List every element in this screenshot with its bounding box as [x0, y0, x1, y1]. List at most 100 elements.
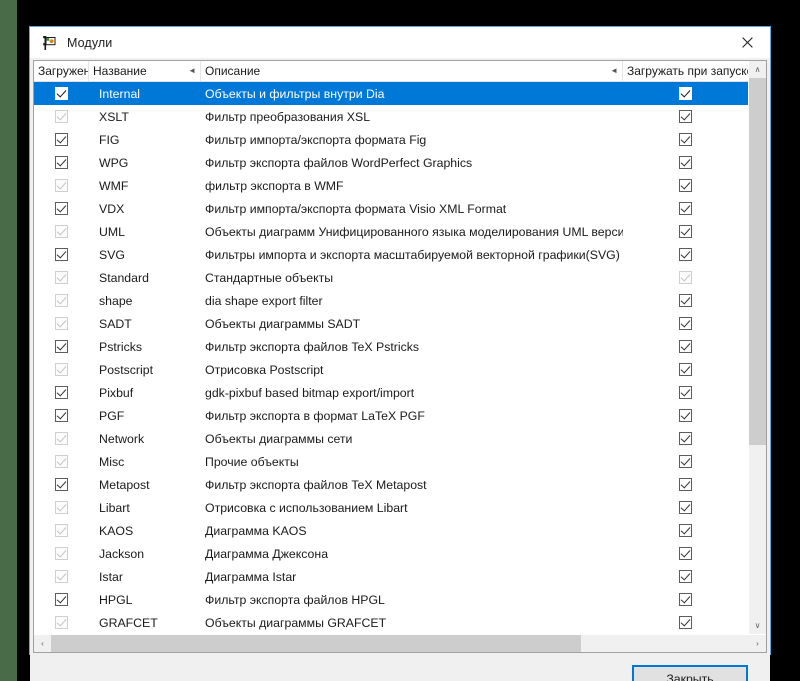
load-at-startup-checkbox[interactable] [679, 294, 692, 307]
load-at-startup-checkbox-cell[interactable] [623, 289, 748, 312]
loaded-checkbox-cell[interactable] [34, 105, 89, 128]
load-at-startup-checkbox[interactable] [679, 455, 692, 468]
modules-list-view[interactable]: Загружен Название ◄ Описание ◄ Загружать… [33, 60, 767, 653]
loaded-checkbox[interactable] [55, 340, 68, 353]
table-row[interactable]: Pstricks Фильтр экспорта файлов TeX Pstri… [34, 335, 748, 358]
load-at-startup-checkbox-cell[interactable] [623, 220, 748, 243]
table-row[interactable]: Libart Отрисовка с использованием Libart [34, 496, 748, 519]
table-row[interactable]: WMF фильтр экспорта в WMF [34, 174, 748, 197]
scroll-right-arrow-icon[interactable]: › [749, 635, 766, 652]
table-row[interactable]: PGF Фильтр экспорта в формат LaTeX PGF [34, 404, 748, 427]
loaded-checkbox-cell[interactable] [34, 197, 89, 220]
load-at-startup-checkbox[interactable] [679, 593, 692, 606]
loaded-checkbox-cell[interactable] [34, 542, 89, 565]
table-row[interactable]: Internal Объекты и фильтры внутри Dia [34, 82, 748, 105]
load-at-startup-checkbox-cell[interactable] [623, 404, 748, 427]
loaded-checkbox-cell[interactable] [34, 312, 89, 335]
scroll-up-arrow-icon[interactable]: ∧ [749, 61, 766, 78]
loaded-checkbox[interactable] [55, 478, 68, 491]
load-at-startup-checkbox-cell[interactable] [623, 542, 748, 565]
table-row[interactable]: UML Объекты диаграмм Унифицированного язы… [34, 220, 748, 243]
load-at-startup-checkbox[interactable] [679, 386, 692, 399]
loaded-checkbox-cell[interactable] [34, 450, 89, 473]
vertical-scrollbar[interactable]: ∧ ∨ [748, 61, 766, 634]
loaded-checkbox-cell[interactable] [34, 404, 89, 427]
loaded-checkbox-cell[interactable] [34, 243, 89, 266]
load-at-startup-checkbox-cell[interactable] [623, 588, 748, 611]
loaded-checkbox-cell[interactable] [34, 128, 89, 151]
loaded-checkbox[interactable] [55, 248, 68, 261]
loaded-checkbox-cell[interactable] [34, 611, 89, 634]
table-row[interactable]: FIG Фильтр импорта/экспорта формата Fig [34, 128, 748, 151]
table-row[interactable]: KAOS Диаграмма KAOS [34, 519, 748, 542]
vertical-scroll-track[interactable] [749, 78, 766, 617]
load-at-startup-checkbox-cell[interactable] [623, 427, 748, 450]
load-at-startup-checkbox[interactable] [679, 248, 692, 261]
loaded-checkbox[interactable] [55, 133, 68, 146]
load-at-startup-checkbox[interactable] [679, 432, 692, 445]
table-row[interactable]: Jackson Диаграмма Джексона [34, 542, 748, 565]
column-header-loaded[interactable]: Загружен [34, 61, 89, 81]
horizontal-scrollbar[interactable]: ‹ › [34, 634, 766, 652]
table-row[interactable]: Istar Диаграмма Istar [34, 565, 748, 588]
table-row[interactable]: Standard Стандартные объекты [34, 266, 748, 289]
load-at-startup-checkbox[interactable] [679, 156, 692, 169]
load-at-startup-checkbox-cell[interactable] [623, 335, 748, 358]
load-at-startup-checkbox-cell[interactable] [623, 473, 748, 496]
load-at-startup-checkbox-cell[interactable] [623, 312, 748, 335]
load-at-startup-checkbox[interactable] [679, 547, 692, 560]
load-at-startup-checkbox-cell[interactable] [623, 105, 748, 128]
horizontal-scroll-thumb[interactable] [51, 635, 582, 652]
load-at-startup-checkbox-cell[interactable] [623, 151, 748, 174]
loaded-checkbox-cell[interactable] [34, 151, 89, 174]
loaded-checkbox-cell[interactable] [34, 174, 89, 197]
loaded-checkbox-cell[interactable] [34, 427, 89, 450]
column-header-name[interactable]: Название ◄ [89, 61, 201, 81]
scroll-down-arrow-icon[interactable]: ∨ [749, 617, 766, 634]
load-at-startup-checkbox-cell[interactable] [623, 174, 748, 197]
table-row[interactable]: Metapost Фильтр экспорта файлов TeX Metap… [34, 473, 748, 496]
load-at-startup-checkbox[interactable] [679, 133, 692, 146]
load-at-startup-checkbox-cell[interactable] [623, 565, 748, 588]
scroll-left-arrow-icon[interactable]: ‹ [34, 635, 51, 652]
loaded-checkbox[interactable] [55, 156, 68, 169]
load-at-startup-checkbox-cell[interactable] [623, 128, 748, 151]
table-row[interactable]: SADT Объекты диаграммы SADT [34, 312, 748, 335]
load-at-startup-checkbox[interactable] [679, 179, 692, 192]
table-row[interactable]: Misc Прочие объекты [34, 450, 748, 473]
load-at-startup-checkbox[interactable] [679, 317, 692, 330]
horizontal-scroll-track[interactable] [51, 635, 749, 652]
table-row[interactable]: HPGL Фильтр экспорта файлов HPGL [34, 588, 748, 611]
loaded-checkbox-cell[interactable] [34, 289, 89, 312]
column-header-load-at-startup[interactable]: Загружать при запуске [623, 61, 748, 81]
loaded-checkbox-cell[interactable] [34, 588, 89, 611]
load-at-startup-checkbox-cell[interactable] [623, 197, 748, 220]
load-at-startup-checkbox-cell[interactable] [623, 519, 748, 542]
loaded-checkbox-cell[interactable] [34, 381, 89, 404]
loaded-checkbox[interactable] [55, 202, 68, 215]
loaded-checkbox-cell[interactable] [34, 358, 89, 381]
load-at-startup-checkbox[interactable] [679, 110, 692, 123]
load-at-startup-checkbox[interactable] [679, 501, 692, 514]
table-row[interactable]: Postscript Отрисовка Postscript [34, 358, 748, 381]
load-at-startup-checkbox[interactable] [679, 225, 692, 238]
load-at-startup-checkbox-cell[interactable] [623, 82, 748, 105]
load-at-startup-checkbox[interactable] [679, 340, 692, 353]
loaded-checkbox[interactable] [55, 593, 68, 606]
loaded-checkbox-cell[interactable] [34, 565, 89, 588]
vertical-scroll-thumb[interactable] [749, 78, 766, 445]
load-at-startup-checkbox-cell[interactable] [623, 611, 748, 634]
table-row[interactable]: shape dia shape export filter [34, 289, 748, 312]
table-row[interactable]: Network Объекты диаграммы сети [34, 427, 748, 450]
load-at-startup-checkbox[interactable] [679, 87, 692, 100]
loaded-checkbox-cell[interactable] [34, 473, 89, 496]
loaded-checkbox-cell[interactable] [34, 335, 89, 358]
close-button[interactable]: Закрыть [632, 665, 748, 681]
load-at-startup-checkbox[interactable] [679, 202, 692, 215]
load-at-startup-checkbox[interactable] [679, 570, 692, 583]
table-row[interactable]: XSLT Фильтр преобразования XSL [34, 105, 748, 128]
table-row[interactable]: Pixbuf gdk-pixbuf based bitmap export/imp… [34, 381, 748, 404]
load-at-startup-checkbox[interactable] [679, 478, 692, 491]
load-at-startup-checkbox[interactable] [679, 524, 692, 537]
load-at-startup-checkbox-cell[interactable] [623, 496, 748, 519]
